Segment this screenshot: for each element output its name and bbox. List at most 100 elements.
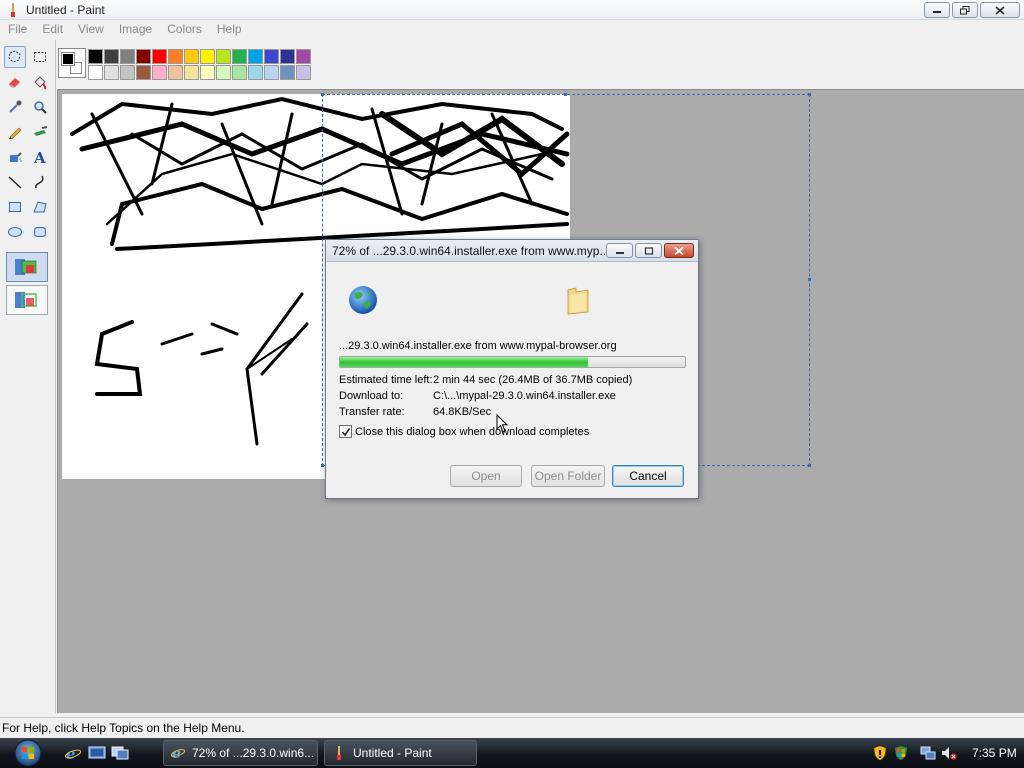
open-folder-button[interactable]: Open Folder <box>531 465 605 487</box>
palette-color-swatch[interactable] <box>104 65 119 80</box>
close-on-complete-checkbox[interactable] <box>339 425 352 438</box>
palette-color-swatch[interactable] <box>120 49 135 64</box>
task-label: Untitled - Paint <box>353 746 432 760</box>
palette-color-swatch[interactable] <box>88 49 103 64</box>
airbrush-tool[interactable] <box>4 146 26 168</box>
palette-color-swatch[interactable] <box>168 49 183 64</box>
palette-color-swatch[interactable] <box>216 65 231 80</box>
download-progress-bar <box>339 356 686 368</box>
download-dialog: 72% of ...29.3.0.win64.installer.exe fro… <box>325 239 699 499</box>
palette-color-swatch[interactable] <box>168 65 183 80</box>
menu-file[interactable]: File <box>0 20 34 40</box>
palette-color-swatch[interactable] <box>136 65 151 80</box>
taskbar-paint-window[interactable]: Untitled - Paint <box>324 740 477 766</box>
fill-tool[interactable] <box>29 71 51 93</box>
palette-color-swatch[interactable] <box>296 49 311 64</box>
internet-explorer-icon: e <box>170 746 186 761</box>
free-form-select-tool[interactable] <box>4 46 26 68</box>
selection-handle[interactable] <box>321 464 324 467</box>
selection-handle[interactable] <box>808 93 811 96</box>
pencil-tool[interactable] <box>4 121 26 143</box>
palette-color-swatch[interactable] <box>264 49 279 64</box>
menu-view[interactable]: View <box>70 20 111 40</box>
rectangle-tool[interactable] <box>4 196 26 218</box>
magnifier-tool[interactable] <box>29 96 51 118</box>
dialog-close-button[interactable] <box>664 243 694 258</box>
palette-color-swatch[interactable] <box>264 65 279 80</box>
close-icon <box>995 5 1005 15</box>
line-tool[interactable] <box>4 171 26 193</box>
curve-tool[interactable] <box>29 171 51 193</box>
selection-handle[interactable] <box>808 464 811 467</box>
selection-handle[interactable] <box>808 278 811 281</box>
close-button[interactable] <box>980 2 1020 18</box>
minimize-icon <box>615 251 624 254</box>
transparent-selection-option[interactable] <box>6 285 48 315</box>
start-button[interactable] <box>8 738 48 768</box>
restore-button[interactable] <box>952 2 978 18</box>
transfer-rate-row: Transfer rate: 64.8KB/Sec <box>339 406 491 418</box>
status-text: For Help, click Help Topics on the Help … <box>2 721 245 735</box>
close-on-complete-option[interactable]: Close this dialog box when download comp… <box>339 425 589 438</box>
palette-color-swatch[interactable] <box>232 49 247 64</box>
selection-handle[interactable] <box>564 93 567 96</box>
paint-app-icon <box>11 3 15 17</box>
volume-muted-icon[interactable] <box>941 745 957 761</box>
palette-color-swatch[interactable] <box>184 49 199 64</box>
select-tool[interactable] <box>29 46 51 68</box>
palette-color-swatch[interactable] <box>248 65 263 80</box>
info-label: Transfer rate: <box>339 406 405 418</box>
dialog-minimize-button[interactable] <box>606 243 633 258</box>
palette-color-swatch[interactable] <box>200 65 215 80</box>
network-icon[interactable] <box>920 745 936 761</box>
color-palette <box>88 49 312 81</box>
palette-color-swatch[interactable] <box>184 65 199 80</box>
open-button[interactable]: Open <box>450 465 522 487</box>
dialog-title-bar[interactable]: 72% of ...29.3.0.win64.installer.exe fro… <box>326 240 698 262</box>
palette-color-swatch[interactable] <box>280 65 295 80</box>
palette-color-swatch[interactable] <box>232 65 247 80</box>
palette-color-swatch[interactable] <box>296 65 311 80</box>
menu-bar: File Edit View Image Colors Help <box>0 20 1024 40</box>
minimize-button[interactable] <box>924 2 950 18</box>
security-shield-icon[interactable] <box>872 745 888 761</box>
dialog-maximize-button[interactable] <box>635 243 662 258</box>
pencil-icon <box>9 127 22 140</box>
info-label: Download to: <box>339 390 404 402</box>
taskbar-download-window[interactable]: e 72% of ...29.3.0.win6... <box>163 740 318 766</box>
current-colors[interactable] <box>58 48 86 78</box>
menu-edit[interactable]: Edit <box>34 20 70 40</box>
palette-color-swatch[interactable] <box>200 49 215 64</box>
eraser-tool[interactable] <box>4 71 26 93</box>
palette-color-swatch[interactable] <box>152 49 167 64</box>
menu-help[interactable]: Help <box>209 20 249 40</box>
polygon-tool[interactable] <box>29 196 51 218</box>
rounded-rectangle-tool[interactable] <box>29 221 51 243</box>
menu-image[interactable]: Image <box>111 20 159 40</box>
palette-color-swatch[interactable] <box>88 65 103 80</box>
task-label: 72% of ...29.3.0.win6... <box>192 746 315 760</box>
windows-security-icon[interactable] <box>893 745 909 761</box>
palette-color-swatch[interactable] <box>104 49 119 64</box>
menu-colors[interactable]: Colors <box>159 20 209 40</box>
selection-handle[interactable] <box>321 93 324 96</box>
palette-color-swatch[interactable] <box>248 49 263 64</box>
pick-color-tool[interactable] <box>4 96 26 118</box>
palette-color-swatch[interactable] <box>216 49 231 64</box>
info-value: 64.8KB/Sec <box>433 406 492 418</box>
ellipse-tool[interactable] <box>4 221 26 243</box>
cancel-button[interactable]: Cancel <box>612 465 684 487</box>
palette-color-swatch[interactable] <box>136 49 151 64</box>
svg-text:e: e <box>172 746 181 761</box>
color-box <box>56 40 1024 83</box>
brush-tool[interactable] <box>29 121 51 143</box>
brush-icon <box>34 126 48 136</box>
opaque-selection-option[interactable] <box>6 252 48 282</box>
internet-explorer-icon[interactable]: e <box>64 745 82 761</box>
show-desktop-icon[interactable] <box>88 745 106 761</box>
text-tool[interactable]: A <box>29 146 51 168</box>
palette-color-swatch[interactable] <box>152 65 167 80</box>
switch-windows-icon[interactable] <box>111 745 129 761</box>
palette-color-swatch[interactable] <box>120 65 135 80</box>
palette-color-swatch[interactable] <box>280 49 295 64</box>
